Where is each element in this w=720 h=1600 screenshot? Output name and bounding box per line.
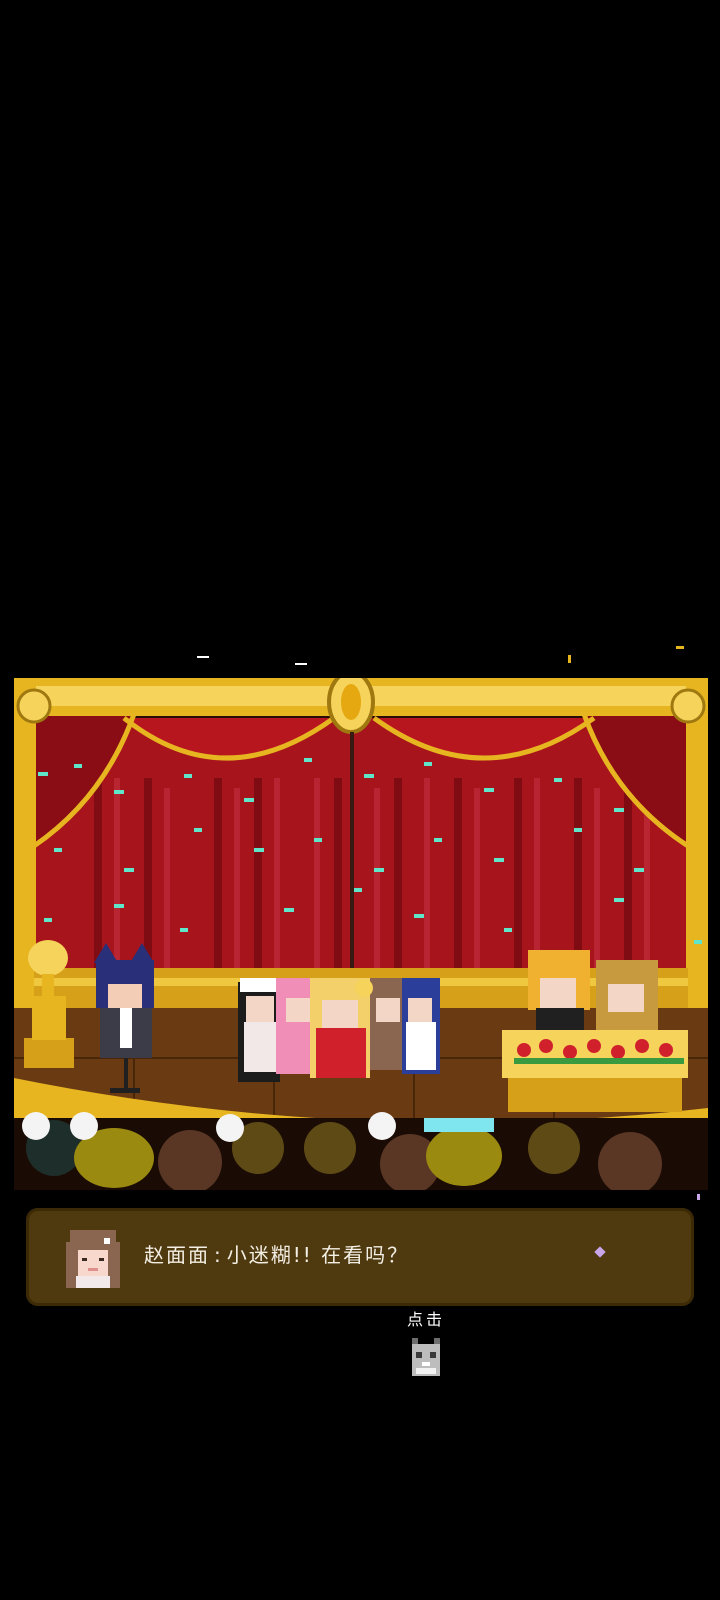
dialogue-line: 小迷糊!! 在看吗？ [226, 1243, 410, 1267]
speaker-separator: : [214, 1243, 223, 1267]
confetti-piece [676, 646, 684, 649]
brown-haired-girl-portrait-icon [66, 1230, 120, 1288]
audience-row [14, 1112, 708, 1190]
confetti-piece [697, 1194, 700, 1200]
sparkle-icon [594, 1246, 606, 1258]
performer-group [238, 978, 440, 1082]
pixel-cat-icon[interactable] [410, 1338, 442, 1378]
confetti-piece [197, 656, 209, 658]
speaker-name: 赵面面 [144, 1243, 210, 1267]
stage-scene[interactable] [14, 678, 708, 1190]
dialogue-text: 赵面面: 小迷糊!! 在看吗？ [144, 1238, 409, 1272]
dialogue-box[interactable]: 赵面面: 小迷糊!! 在看吗？ [26, 1208, 694, 1306]
confetti-piece [295, 663, 307, 665]
tap-hint-label[interactable]: 点击 [396, 1306, 456, 1330]
stage-illustration [14, 678, 708, 1190]
confetti-piece [568, 655, 571, 663]
judges-table [502, 1030, 688, 1078]
gold-frame-right [686, 678, 708, 1018]
